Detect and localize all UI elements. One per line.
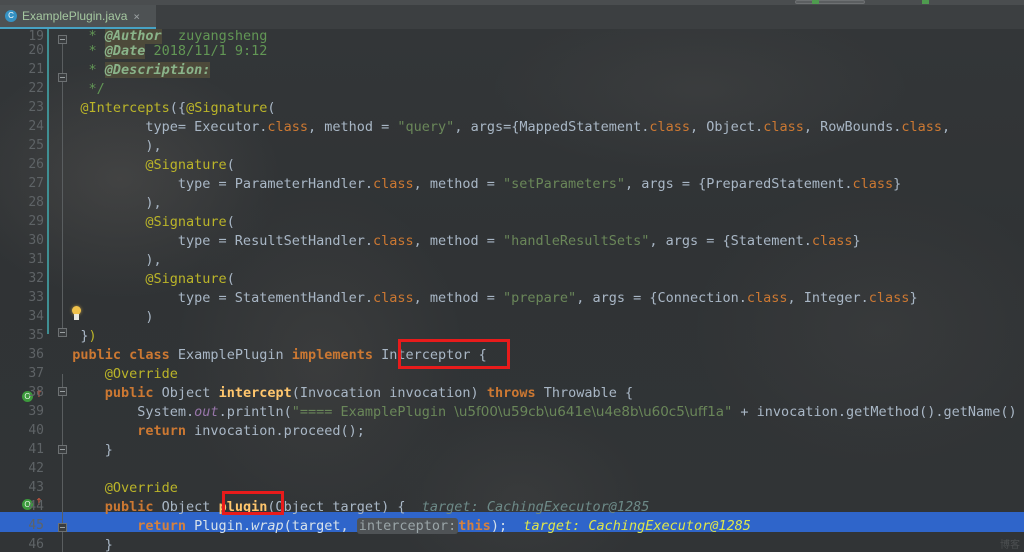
code-line-35[interactable]: })	[56, 328, 96, 344]
inline-hint-line-44: target: CachingExecutor@1285	[421, 499, 650, 515]
line-number: 23	[28, 100, 44, 115]
editor-tab-bar: C ExamplePlugin.java ×	[0, 5, 1024, 29]
code-line-27[interactable]: type = ParameterHandler.class, method = …	[56, 176, 901, 192]
line-number: 33	[28, 290, 44, 305]
line-number: 24	[28, 119, 44, 134]
code-line-45[interactable]: return Plugin.wrap(target, interceptor: t…	[56, 518, 751, 534]
code-line-23[interactable]: @Intercepts({@Signature(	[56, 100, 275, 116]
code-line-40[interactable]: return invocation.proceed();	[56, 423, 365, 439]
parameter-hint-interceptor: interceptor:	[356, 518, 459, 534]
line-number: 21	[28, 62, 44, 77]
line-number: 40	[28, 423, 44, 438]
line-number: 30	[28, 233, 44, 248]
code-line-19[interactable]: * @Author zuyangsheng	[56, 29, 267, 44]
close-icon[interactable]: ×	[133, 10, 140, 23]
line-number: 19	[28, 29, 44, 44]
line-number: 32	[28, 271, 44, 286]
line-number: 20	[28, 43, 44, 58]
code-line-37[interactable]: @Override	[56, 366, 178, 382]
line-number: 31	[28, 252, 44, 267]
line-number: 25	[28, 138, 44, 153]
code-line-22[interactable]: */	[56, 81, 105, 97]
code-line-25[interactable]: ),	[56, 138, 161, 154]
line-number: 39	[28, 404, 44, 419]
interceptor-annotation-box	[398, 339, 510, 369]
line-number: 46	[28, 537, 44, 552]
code-line-28[interactable]: ),	[56, 195, 161, 211]
inline-hint-line-45: target: CachingExecutor@1285	[523, 518, 751, 534]
line-number: 35	[28, 328, 44, 343]
run-configuration-selector[interactable]	[795, 0, 865, 4]
code-line-34[interactable]: )	[56, 309, 153, 325]
code-line-20[interactable]: * @Date 2018/11/1 9:12	[56, 43, 267, 59]
tab-label: ExamplePlugin.java	[22, 9, 128, 23]
code-editor[interactable]: O ↑ O ↑ 19 20 21 22 23 24 25 26 27 28 29…	[0, 29, 1024, 552]
line-number: 26	[28, 157, 44, 172]
plugin-annotation-box	[222, 491, 284, 515]
line-number: 38	[28, 385, 44, 400]
ide-window: C ExamplePlugin.java × O ↑ O ↑ 19 20 21 …	[0, 0, 1024, 552]
code-line-38[interactable]: public Object intercept(Invocation invoc…	[56, 385, 633, 401]
debug-icon[interactable]	[922, 0, 929, 4]
line-number: 29	[28, 214, 44, 229]
line-number: 43	[28, 480, 44, 495]
java-class-icon: C	[5, 10, 17, 22]
line-number: 27	[28, 176, 44, 191]
line-number: 36	[28, 347, 44, 362]
line-number: 37	[28, 366, 44, 381]
line-number-gutter: 19 20 21 22 23 24 25 26 27 28 29 30 31 3…	[0, 29, 50, 552]
code-line-41[interactable]: }	[56, 442, 113, 458]
code-line-29[interactable]: @Signature(	[56, 214, 234, 230]
line-number: 22	[28, 81, 44, 96]
code-line-43[interactable]: @Override	[56, 480, 178, 496]
line-number: 42	[28, 461, 44, 476]
run-icon[interactable]	[812, 0, 819, 4]
tab-example-plugin[interactable]: C ExamplePlugin.java ×	[0, 5, 156, 29]
code-line-31[interactable]: ),	[56, 252, 161, 268]
code-line-33[interactable]: type = StatementHandler.class, method = …	[56, 290, 918, 306]
code-line-30[interactable]: type = ResultSetHandler.class, method = …	[56, 233, 861, 249]
code-line-26[interactable]: @Signature(	[56, 157, 234, 173]
code-line-46[interactable]: }	[56, 537, 113, 552]
line-number: 44	[28, 499, 44, 514]
line-number: 34	[28, 309, 44, 324]
code-line-39[interactable]: System.out.println("==== ExamplePlugin \…	[56, 404, 1024, 420]
line-number: 45	[28, 518, 44, 533]
code-line-21[interactable]: * @Description:	[56, 62, 211, 78]
code-line-24[interactable]: type= Executor.class, method = "query", …	[56, 119, 950, 135]
line-number: 28	[28, 195, 44, 210]
line-number: 41	[28, 442, 44, 457]
watermark-text: 博客	[1000, 540, 1020, 551]
code-line-44[interactable]: public Object plugin(Object target) { ta…	[56, 499, 650, 515]
code-line-32[interactable]: @Signature(	[56, 271, 234, 287]
